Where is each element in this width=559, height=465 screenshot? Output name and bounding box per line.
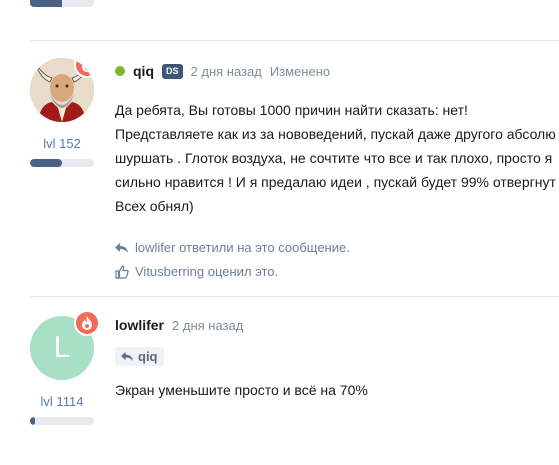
like-notice[interactable]: Vitusberring оценил это. <box>115 264 559 279</box>
post-line: Да ребята, Вы готовы 1000 причин найти с… <box>115 102 468 118</box>
fire-icon <box>74 310 100 336</box>
xp-progress-fill <box>30 417 36 425</box>
quote-row: qiq <box>115 347 559 367</box>
post-meta: qiq DS 2 дня назад Изменено <box>115 62 559 80</box>
author-column: L lvl 1114 <box>30 310 100 425</box>
reply-icon <box>115 242 128 253</box>
quote-reference[interactable]: qiq <box>115 347 164 366</box>
post-line: сильно нравится ! И я предалаю идеи , пу… <box>115 174 556 190</box>
username[interactable]: qiq <box>133 63 154 79</box>
post-meta: lowlifer 2 дня назад <box>115 316 559 334</box>
post-line: Всех обнял) <box>115 198 194 214</box>
xp-progress-bar <box>30 159 94 167</box>
username[interactable]: lowlifer <box>115 317 164 333</box>
user-level: lvl 152 <box>43 136 81 151</box>
author-column: lvl 152 <box>30 58 94 167</box>
reply-icon <box>121 351 133 362</box>
post-divider <box>30 296 559 297</box>
post-body: Экран уменьшите просто и всё на 70% <box>115 378 559 402</box>
quote-username: qiq <box>138 349 158 364</box>
xp-progress-bar <box>30 417 94 425</box>
post-content: qiq DS 2 дня назад Изменено Да ребята, В… <box>115 62 559 279</box>
post-line: Экран уменьшите просто и всё на 70% <box>115 382 368 398</box>
user-badge: DS <box>162 63 183 79</box>
avatar-letter: L <box>53 331 71 364</box>
reply-notice[interactable]: lowlifer ответили на это сообщение. <box>115 240 559 255</box>
like-notice-text: Vitusberring оценил это. <box>135 264 279 279</box>
previous-post-xp-bar <box>30 0 94 7</box>
xp-progress-fill <box>30 159 62 167</box>
post-line: Представляете как из за нововедений, пус… <box>115 126 556 142</box>
reply-notice-text: lowlifer ответили на это сообщение. <box>135 240 350 255</box>
user-level: lvl 1114 <box>40 394 84 409</box>
edited-label[interactable]: Изменено <box>270 64 330 79</box>
post-divider <box>30 40 559 41</box>
thumbs-up-icon <box>115 264 129 279</box>
post-content: lowlifer 2 дня назад qiq Экран уменьшите… <box>115 316 559 402</box>
post-body: Да ребята, Вы готовы 1000 причин найти с… <box>115 98 559 218</box>
avatar[interactable] <box>30 58 94 122</box>
online-status-icon <box>115 66 125 76</box>
post-time[interactable]: 2 дня назад <box>191 64 262 79</box>
avatar[interactable]: L <box>30 310 100 380</box>
post-time[interactable]: 2 дня назад <box>172 318 243 333</box>
post-line: шуршать . Глоток воздуха, не сочтите что… <box>115 150 553 166</box>
